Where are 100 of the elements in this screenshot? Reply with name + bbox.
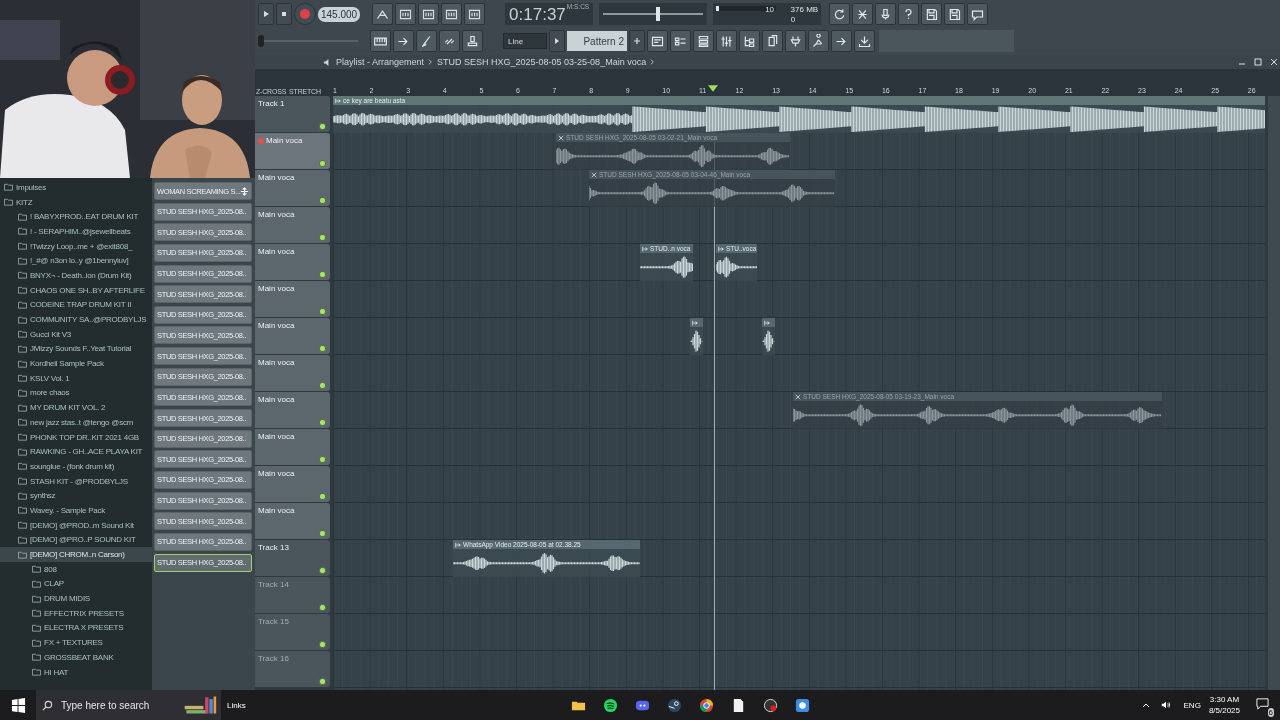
mute-led-icon[interactable] xyxy=(319,530,326,537)
toolbar-button[interactable] xyxy=(395,3,417,25)
browser-item[interactable]: KITZ xyxy=(0,194,152,210)
browser-item[interactable]: !Twizzy Loop..me + @exit808_ xyxy=(0,238,152,254)
mute-led-icon[interactable] xyxy=(319,419,326,426)
clock-date[interactable]: 8/5/2025 xyxy=(1208,705,1240,716)
browser-item[interactable]: new jazz stas..t @tengo @scrn xyxy=(0,415,152,430)
add-pattern-button[interactable] xyxy=(629,30,645,52)
browser-item[interactable]: HI HAT xyxy=(0,664,152,680)
scrollbar[interactable] xyxy=(1268,96,1280,690)
track-header[interactable]: Main voca xyxy=(255,355,330,391)
browser-item[interactable]: FX + TEXTURES xyxy=(0,635,152,650)
toolbar-button[interactable] xyxy=(808,30,829,52)
save-button[interactable] xyxy=(944,3,966,25)
breadcrumb[interactable]: STUD SESH HXG_2025-08-05 03-25-08_Main voca xyxy=(437,57,647,67)
browser-item[interactable]: [DEMO] CHROM..n Carson) xyxy=(0,547,152,562)
browser-item[interactable]: STASH KIT - @PRODBYLJS xyxy=(0,473,152,489)
browser-item[interactable]: CODEINE TRAP DRUM KIT II xyxy=(0,297,152,313)
track-header[interactable]: Main voca xyxy=(255,244,330,280)
browser-item[interactable]: Wavey. - Sample Pack xyxy=(0,503,152,518)
browser-item[interactable]: CHAOS ONE SH..BY AFTERLIFE xyxy=(0,282,152,298)
browser-item[interactable]: [DEMO] @PRO..P SOUND KIT xyxy=(0,532,152,548)
browser-item[interactable]: CLAP xyxy=(0,576,152,592)
play-button[interactable] xyxy=(258,3,274,25)
track-header[interactable]: Main voca xyxy=(255,207,330,243)
browser-item[interactable]: RAWKING - GH..ACE PLAYA KIT xyxy=(0,444,152,460)
mute-led-icon[interactable] xyxy=(319,641,326,648)
browser-item[interactable]: DRUM MIDIS xyxy=(0,591,152,606)
browser-item[interactable]: ELECTRA X PRESETS xyxy=(0,620,152,636)
track-header[interactable]: Main voca xyxy=(255,170,330,206)
stop-button[interactable] xyxy=(276,3,292,25)
track-header[interactable]: Track 1 xyxy=(255,96,330,132)
chat-button[interactable] xyxy=(967,3,989,25)
track-header[interactable]: Track 16 xyxy=(255,651,330,687)
search-field[interactable]: Type here to search xyxy=(36,690,221,720)
track-header[interactable]: Main voca xyxy=(255,281,330,317)
mute-led-icon[interactable] xyxy=(319,678,326,685)
track-header[interactable]: Track 13 xyxy=(255,540,330,576)
mute-led-icon[interactable] xyxy=(319,123,326,130)
playhead-marker[interactable] xyxy=(708,85,718,92)
toolbar-button[interactable] xyxy=(418,3,440,25)
browser-item[interactable]: KSLV Vol. 1 xyxy=(0,370,152,386)
notification-button[interactable]: 6 xyxy=(1250,693,1274,717)
mute-led-icon[interactable] xyxy=(319,604,326,611)
toolbar-button[interactable] xyxy=(370,30,391,52)
reload-button[interactable] xyxy=(829,3,851,25)
pattern-arrow-button[interactable] xyxy=(549,30,565,52)
toolbar-button[interactable] xyxy=(785,30,806,52)
close-button[interactable] xyxy=(1268,56,1280,68)
mute-led-icon[interactable] xyxy=(319,308,326,315)
help-button[interactable] xyxy=(898,3,920,25)
browser-item[interactable]: synthsz xyxy=(0,488,152,504)
track-header[interactable]: Main voca xyxy=(255,318,330,354)
browser-item[interactable]: more chaos xyxy=(0,385,152,401)
mute-led-icon[interactable] xyxy=(319,567,326,574)
mute-led-icon[interactable] xyxy=(319,493,326,500)
browser-item[interactable]: MY DRUM KIT VOL. 2 xyxy=(0,400,152,415)
toolbar-button[interactable] xyxy=(716,30,737,52)
browser-item[interactable]: Kordhell Sample Pack xyxy=(0,356,152,371)
toolbar-button[interactable] xyxy=(762,30,783,52)
toolbar-button[interactable] xyxy=(439,30,460,52)
mute-led-icon[interactable] xyxy=(319,160,326,167)
toolbar-button[interactable] xyxy=(670,30,691,52)
track-header[interactable]: Track 15 xyxy=(255,614,330,650)
browser-item[interactable]: Gucci Kit V3 xyxy=(0,326,152,342)
mic-button[interactable] xyxy=(875,3,897,25)
browser-item[interactable]: COMMUNITY SA..@PRODBYLJS xyxy=(0,312,152,327)
clock-time[interactable]: 3:30 AM xyxy=(1209,694,1240,705)
toolbar-button[interactable] xyxy=(441,3,463,25)
snap-dropdown[interactable]: Line xyxy=(503,33,547,49)
track-header[interactable]: Main voca xyxy=(255,133,330,169)
browser-item[interactable]: GROSSBEAT BANK xyxy=(0,650,152,665)
links-toolbar[interactable]: Links xyxy=(227,700,246,710)
save-button[interactable] xyxy=(921,3,943,25)
mute-led-icon[interactable] xyxy=(319,271,326,278)
pattern-selector[interactable]: Pattern 2 xyxy=(567,31,627,51)
browser-item[interactable]: ! BABYXPROD..EAT DRUM KIT xyxy=(0,209,152,225)
language-indicator[interactable]: ENG xyxy=(1183,700,1201,710)
toolbar-button[interactable] xyxy=(693,30,714,52)
mute-led-icon[interactable] xyxy=(319,234,326,241)
toolbar-button[interactable] xyxy=(739,30,760,52)
mute-led-icon[interactable] xyxy=(319,345,326,352)
browser-item[interactable]: [DEMO] @PROD..m Sound Kit xyxy=(0,517,152,533)
track-header[interactable]: Main voca xyxy=(255,392,330,428)
browser-item[interactable]: Impulses xyxy=(0,180,152,195)
audio-clip[interactable] xyxy=(690,318,703,355)
browser-item[interactable]: JMizzy Sounds F..Yeat Tutorial xyxy=(0,341,152,357)
track-header[interactable]: Track 14 xyxy=(255,577,330,613)
track-header[interactable]: Main voca xyxy=(255,503,330,539)
browser-item[interactable]: ! - SERAPHIM..@jsewellbeats xyxy=(0,224,152,239)
toolbar-button[interactable] xyxy=(372,3,394,25)
speaker-icon[interactable] xyxy=(1160,700,1171,710)
toolbar-button[interactable] xyxy=(393,30,414,52)
mute-led-icon[interactable] xyxy=(319,382,326,389)
toolbar-button[interactable] xyxy=(831,30,852,52)
tempo-display[interactable]: 145.000 xyxy=(318,6,361,22)
track-header[interactable]: Main voca xyxy=(255,466,330,502)
audio-clip[interactable] xyxy=(762,318,775,355)
browser-item[interactable]: 808 xyxy=(0,561,152,577)
toolbar-button[interactable] xyxy=(854,30,875,52)
